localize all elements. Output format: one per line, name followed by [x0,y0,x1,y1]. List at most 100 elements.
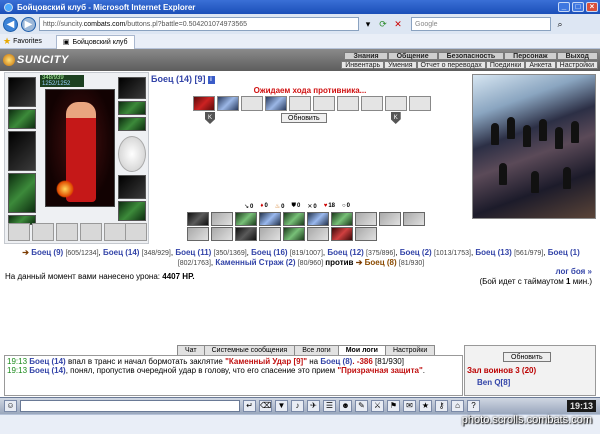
filter-icon[interactable]: ▼ [275,400,288,412]
fighter-name[interactable]: Боец (13) [475,248,511,257]
fighter-name[interactable]: Боец (16) [251,248,287,257]
empty-action-6[interactable] [313,96,335,111]
tab-settings[interactable]: Настройки [384,345,436,355]
empty-action-9[interactable] [385,96,407,111]
favorites-label[interactable]: Favorites [13,38,42,45]
favorites-star-icon[interactable]: ★ [3,36,11,47]
chat-name[interactable]: Боец (14) [29,366,65,375]
attack-action-4[interactable] [265,96,287,111]
ring-slot[interactable] [118,117,146,131]
spell-slot[interactable] [307,227,329,241]
empty-action-10[interactable] [409,96,431,111]
menu-item-security[interactable]: Безопасность [437,52,505,60]
item-slot-4[interactable] [80,223,102,241]
star-icon[interactable]: ★ [419,400,432,412]
tab-chat[interactable]: Чат [177,345,205,355]
shield-slot[interactable] [118,136,146,172]
address-input[interactable]: http://suncity. combats.com/buttons.pl?ba… [39,17,359,31]
menu-item-communication[interactable]: Общение [387,52,438,60]
search-icon[interactable]: ⌕ [554,18,566,30]
battle-log-link[interactable]: лог боя » [556,267,592,276]
weapon-slot[interactable] [8,131,36,171]
spell-slot[interactable] [259,212,281,226]
spell-slot[interactable] [187,227,209,241]
fight-icon[interactable]: ⚔ [371,400,384,412]
amulet-slot[interactable] [118,101,146,115]
spell-slot[interactable] [307,212,329,226]
fighter-name[interactable]: Боец (14) [103,248,139,257]
enemy-title[interactable]: Боец (14) [9] i [151,74,215,84]
trap-icon[interactable]: ✈ [307,400,320,412]
menu-item-knowledge[interactable]: Знания [344,52,388,60]
spell-slot[interactable] [187,212,209,226]
fighter-name[interactable]: Боец (2) [400,248,432,257]
empty-action-8[interactable] [361,96,383,111]
forward-button[interactable]: ▶ [21,16,36,32]
tab-system-messages[interactable]: Системные сообщения [203,345,296,355]
enemy-fighter-name[interactable]: Боец (8) [365,258,397,267]
spell-slot[interactable] [403,212,425,226]
item-slot-6[interactable] [125,223,147,241]
refresh-button[interactable]: Обновить [281,113,327,123]
tab-all-logs[interactable]: Все логи [294,345,339,355]
spell-slot[interactable] [211,212,233,226]
send-icon[interactable]: ↵ [243,400,256,412]
empty-action-7[interactable] [337,96,359,111]
item-slot-3[interactable] [56,223,78,241]
gloves-slot[interactable] [118,175,146,199]
mail-icon[interactable]: ✉ [403,400,416,412]
flag-icon[interactable]: ⚑ [387,400,400,412]
spell-slot[interactable] [283,212,305,226]
spell-slot[interactable] [259,227,281,241]
chat-name[interactable]: Боец (14) [29,357,65,366]
spell-slot[interactable] [355,212,377,226]
boots-slot[interactable] [118,201,146,221]
maximize-button[interactable]: □ [572,2,584,12]
dropdown-icon[interactable]: ▾ [362,18,374,30]
chat-input[interactable] [20,400,240,412]
submenu-item-battles[interactable]: Поединки [485,61,526,69]
chat-target[interactable]: Боец (8) [320,357,352,366]
empty-action-5[interactable] [289,96,311,111]
spell-slot[interactable] [235,212,257,226]
close-button[interactable]: × [586,2,598,12]
fighter-name[interactable]: Каменный Страж (2) [215,258,295,267]
fighter-name[interactable]: Боец (9) [31,248,63,257]
item-slot-1[interactable] [8,223,30,241]
empty-action-3[interactable] [241,96,263,111]
browser-tab[interactable]: ▣ Бойцовский клуб [55,34,135,49]
stop-icon[interactable]: ✕ [392,18,404,30]
menu-item-character[interactable]: Персонаж [504,52,557,60]
submenu-item-settings[interactable]: Настройки [555,61,598,69]
fighter-name[interactable]: Боец (11) [175,248,211,257]
fighter-name[interactable]: Боец (12) [327,248,363,257]
spell-slot[interactable] [283,227,305,241]
smile-icon[interactable]: ☺ [4,400,17,412]
back-button[interactable]: ◀ [3,16,18,32]
enemy-name[interactable]: Боец (14) [9] [151,74,206,84]
room-user-name[interactable]: Ben Q[8] [477,378,510,387]
item-slot-2[interactable] [32,223,54,241]
spell-slot[interactable] [331,227,353,241]
group-icon[interactable]: ☰ [323,400,336,412]
attack-action-2[interactable] [217,96,239,111]
fighter-name[interactable]: Боец (1) [548,248,580,257]
helmet-slot[interactable] [8,77,36,107]
info-icon[interactable]: i [207,75,215,84]
book-icon[interactable]: ✎ [355,400,368,412]
minimize-button[interactable]: _ [558,2,570,12]
clear-icon[interactable]: ⌫ [259,400,272,412]
bracers-slot[interactable] [8,109,36,129]
earrings-slot[interactable] [118,77,146,99]
refresh-icon[interactable]: ⟳ [377,18,389,30]
submenu-item-inventory[interactable]: Инвентарь [341,61,385,69]
spell-slot[interactable] [331,212,353,226]
spell-slot[interactable] [379,212,401,226]
attack-action-1[interactable] [193,96,215,111]
tab-my-logs[interactable]: Мои логи [337,345,386,355]
spell-slot[interactable] [355,227,377,241]
room-user[interactable]: Ben Q[8] [477,378,510,387]
submenu-item-skills[interactable]: Умения [384,61,417,69]
spell-slot[interactable] [211,227,233,241]
armor-slot[interactable] [8,173,36,213]
